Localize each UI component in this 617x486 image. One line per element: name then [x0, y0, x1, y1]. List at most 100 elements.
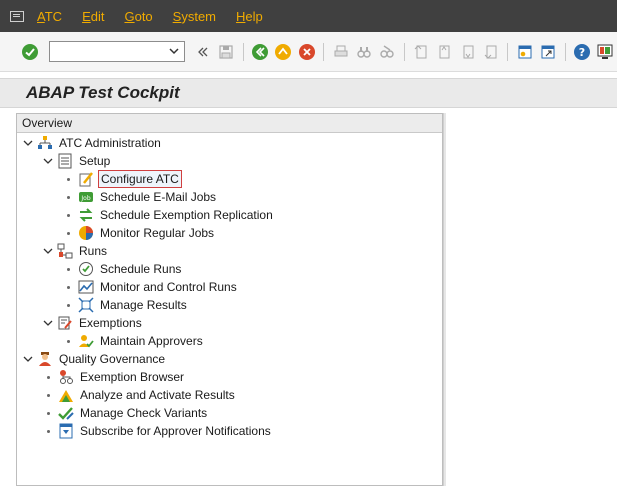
chevron-down-icon[interactable]	[43, 156, 53, 166]
bullet-icon	[67, 195, 70, 199]
chevron-down-icon[interactable]	[23, 138, 33, 148]
system-menu-icon[interactable]	[9, 8, 25, 24]
governance-person-icon	[37, 351, 53, 367]
tree-node-exemptions[interactable]: Exemptions	[43, 314, 144, 332]
svg-text:?: ?	[579, 46, 585, 59]
toolbar-separator	[323, 42, 325, 61]
tree-node-label: Exemptions	[79, 316, 142, 330]
enter-icon[interactable]	[20, 42, 39, 62]
schedule-icon	[78, 261, 94, 277]
next-page-icon[interactable]	[458, 42, 477, 62]
toolbar-separator	[507, 42, 509, 61]
tree-header: Overview	[17, 114, 442, 133]
list-icon	[57, 153, 73, 169]
tree-node-setup[interactable]: Setup	[43, 152, 112, 170]
bullet-icon	[67, 231, 70, 235]
toolbar-separator	[403, 42, 405, 61]
tree-node-label: Quality Governance	[59, 352, 166, 366]
tree-node-configure-atc[interactable]: Configure ATC	[63, 170, 182, 188]
chevron-down-icon[interactable]	[43, 246, 53, 256]
first-page-icon[interactable]	[412, 42, 431, 62]
tree-node-label: Maintain Approvers	[100, 334, 203, 348]
subscribe-icon	[58, 423, 74, 439]
chevron-down-icon[interactable]	[168, 45, 180, 57]
check-variants-icon	[58, 405, 74, 421]
tree-node-label: Configure ATC	[98, 170, 182, 188]
bullet-icon	[67, 339, 70, 343]
find-next-icon[interactable]	[378, 42, 397, 62]
back-icon[interactable]	[251, 42, 270, 62]
tree-node-label: Runs	[79, 244, 108, 258]
bullet-icon	[47, 429, 50, 433]
last-page-icon[interactable]	[481, 42, 500, 62]
standard-toolbar: ?	[0, 32, 617, 72]
svg-text:Job: Job	[80, 195, 90, 202]
tree-node-quality-governance[interactable]: Quality Governance	[23, 350, 167, 368]
tree-node-label: Schedule E-Mail Jobs	[100, 190, 217, 204]
approver-icon	[78, 333, 94, 349]
create-shortcut-icon[interactable]	[538, 42, 557, 62]
exit-icon[interactable]	[274, 42, 293, 62]
tree-node-label: Monitor Regular Jobs	[100, 226, 215, 240]
save-icon[interactable]	[217, 42, 236, 62]
title-bar: ABAP Test Cockpit	[0, 78, 617, 108]
command-field[interactable]	[49, 41, 186, 62]
menu-goto[interactable]: Goto	[124, 9, 152, 24]
chevron-down-icon[interactable]	[43, 318, 53, 328]
menu-system[interactable]: System	[173, 9, 216, 24]
bullet-icon	[47, 393, 50, 397]
edit-document-icon	[57, 315, 73, 331]
tree-node-monitor-control-runs[interactable]: Monitor and Control Runs	[63, 278, 239, 296]
tree-node-label: Manage Results	[100, 298, 187, 312]
pie-chart-icon	[78, 225, 94, 241]
tree-node-maintain-approvers[interactable]: Maintain Approvers	[63, 332, 205, 350]
previous-page-icon[interactable]	[435, 42, 454, 62]
tree-node-label: ATC Administration	[59, 136, 161, 150]
menu-atc[interactable]: ATC	[37, 9, 62, 24]
tree-node-atc-administration[interactable]: ATC Administration	[23, 134, 163, 152]
find-icon[interactable]	[354, 42, 373, 62]
overview-tree: Overview ATC Administration Setup Config…	[16, 113, 443, 486]
new-session-icon[interactable]	[515, 42, 534, 62]
tree-node-manage-results[interactable]: Manage Results	[63, 296, 189, 314]
tree-node-label: Schedule Exemption Replication	[100, 208, 273, 222]
tree-node-exemption-browser[interactable]: Exemption Browser	[43, 368, 186, 386]
page-title: ABAP Test Cockpit	[26, 83, 180, 102]
bullet-icon	[67, 303, 70, 307]
tree-node-label: Exemption Browser	[80, 370, 185, 384]
toolbar-separator	[242, 42, 244, 61]
configure-icon	[78, 171, 94, 187]
tree-node-manage-check-variants[interactable]: Manage Check Variants	[43, 404, 209, 422]
tree-node-label: Monitor and Control Runs	[100, 280, 237, 294]
runs-icon	[57, 243, 73, 259]
bullet-icon	[67, 285, 70, 289]
expand-arrows-icon	[78, 297, 94, 313]
tree-node-schedule-exemption-replication[interactable]: Schedule Exemption Replication	[63, 206, 275, 224]
tree-node-monitor-regular-jobs[interactable]: Monitor Regular Jobs	[63, 224, 216, 242]
print-icon[interactable]	[331, 42, 350, 62]
customize-layout-icon[interactable]	[596, 42, 615, 62]
bullet-icon	[67, 177, 70, 181]
tree-node-schedule-runs[interactable]: Schedule Runs	[63, 260, 183, 278]
tree-node-runs[interactable]: Runs	[43, 242, 109, 260]
bullet-icon	[67, 267, 70, 271]
chevron-down-icon[interactable]	[23, 354, 33, 364]
bullet-icon	[67, 213, 70, 217]
tree-node-subscribe-approver-notifications[interactable]: Subscribe for Approver Notifications	[43, 422, 273, 440]
analyze-icon	[58, 387, 74, 403]
tree-node-analyze-activate-results[interactable]: Analyze and Activate Results	[43, 386, 237, 404]
toolbar-separator	[564, 42, 566, 61]
hierarchy-icon	[58, 369, 74, 385]
help-icon[interactable]: ?	[573, 42, 592, 62]
collapse-toolbar-icon[interactable]	[193, 42, 212, 62]
tree-node-schedule-email-jobs[interactable]: Job Schedule E-Mail Jobs	[63, 188, 218, 206]
tree-node-label: Subscribe for Approver Notifications	[80, 424, 271, 438]
cancel-icon[interactable]	[297, 42, 316, 62]
line-chart-icon	[78, 279, 94, 295]
menu-help[interactable]: Help	[236, 9, 263, 24]
menu-edit[interactable]: Edit	[82, 9, 104, 24]
tree-node-label: Schedule Runs	[100, 262, 182, 276]
bullet-icon	[47, 411, 50, 415]
org-structure-icon	[37, 135, 53, 151]
tree-node-label: Manage Check Variants	[80, 406, 208, 420]
